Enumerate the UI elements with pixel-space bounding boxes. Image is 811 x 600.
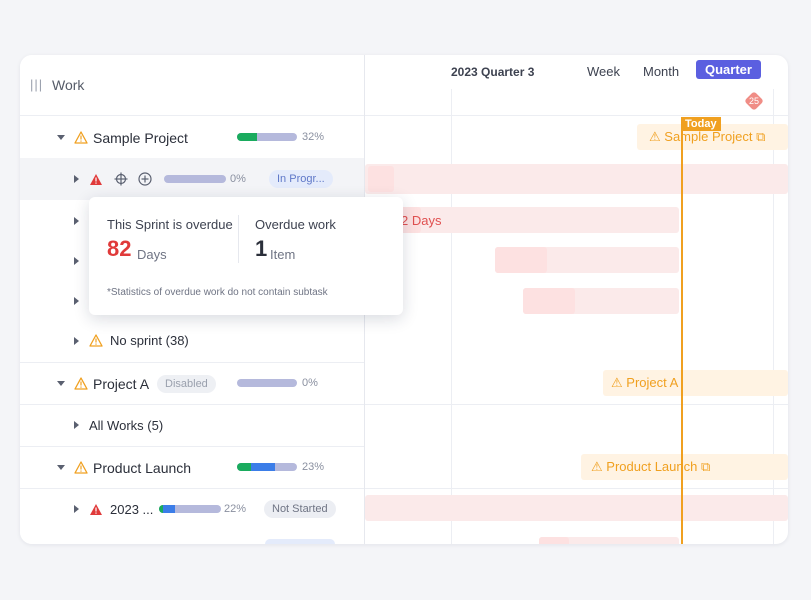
- project-name[interactable]: Sample Project: [93, 130, 188, 146]
- progress-percent: 0%: [230, 173, 246, 185]
- expand-caret-icon[interactable]: [74, 337, 79, 345]
- project-name[interactable]: Product Launch: [93, 460, 191, 476]
- warning-outline-icon: [74, 461, 88, 474]
- warning-outline-icon: [74, 131, 88, 144]
- tree-row-sample-project[interactable]: Sample Project 32%: [20, 116, 364, 159]
- expand-caret-icon[interactable]: [74, 505, 79, 513]
- overdue-days-value: 82: [107, 236, 132, 261]
- sprint-name[interactable]: No sprint (38): [110, 333, 189, 348]
- timeline-divider: [365, 404, 788, 405]
- progress-bar: [164, 175, 226, 183]
- overdue-items-value: 1: [255, 236, 268, 261]
- milestone-marker[interactable]: 25: [744, 91, 764, 111]
- gantt-row-highlight: [365, 164, 788, 194]
- group-name[interactable]: All Works (5): [89, 418, 163, 433]
- status-badge[interactable]: Not Started: [264, 500, 336, 518]
- timeline-divider: [451, 89, 452, 544]
- warning-filled-icon: [90, 504, 102, 515]
- today-line: [681, 117, 683, 544]
- gantt-bar-overdue[interactable]: [495, 247, 547, 273]
- overdue-note: *Statistics of overdue work do not conta…: [107, 287, 328, 298]
- tree-row-2023[interactable]: 2023 ... 22% Not Started: [20, 488, 364, 530]
- gantt-bar-overdue[interactable]: [368, 166, 394, 192]
- tree-row-project-a[interactable]: Project A Disabled 0%: [20, 362, 364, 405]
- collapse-caret-icon[interactable]: [57, 135, 65, 140]
- column-settings-icon[interactable]: |||: [30, 77, 43, 92]
- divider: [238, 215, 239, 263]
- tree-row-sprint[interactable]: 0% In Progr...: [20, 158, 364, 200]
- progress-percent: 22%: [224, 503, 247, 515]
- sprint-overdue-label: This Sprint is overdue: [107, 217, 233, 232]
- copy-icon[interactable]: ⧉: [756, 129, 765, 144]
- warning-outline-icon: ⚠: [649, 129, 661, 144]
- tree-row-all-works[interactable]: All Works (5): [20, 404, 364, 447]
- gantt-bar[interactable]: [365, 495, 788, 521]
- status-badge[interactable]: In Progr...: [269, 170, 333, 188]
- progress-bar: [159, 505, 221, 513]
- timeline-divider: [365, 488, 788, 489]
- items-unit: Item: [270, 247, 296, 262]
- gantt-label-project-a: ⚠ Project A: [611, 375, 679, 390]
- progress-bar: [237, 379, 297, 387]
- warning-outline-icon: ⚠: [611, 375, 623, 390]
- expand-caret-icon[interactable]: [74, 421, 79, 429]
- tree-row-product-launch[interactable]: Product Launch 23%: [20, 446, 364, 489]
- expand-caret-icon[interactable]: [74, 297, 79, 305]
- gantt-card: ||| Work Sample Project 32% 0% In Progr.…: [20, 55, 788, 544]
- project-name[interactable]: Project A: [93, 376, 149, 392]
- overdue-tooltip: This Sprint is overdue 82 Days Overdue w…: [89, 197, 403, 315]
- work-header: ||| Work: [20, 55, 364, 116]
- period-title: 2023 Quarter 3: [451, 65, 535, 79]
- status-badge: [265, 539, 335, 544]
- today-marker: Today: [681, 117, 721, 131]
- disabled-badge: Disabled: [157, 375, 216, 393]
- progress-percent: 0%: [302, 377, 318, 389]
- progress-percent: 23%: [302, 461, 325, 473]
- expand-caret-icon[interactable]: [74, 175, 79, 183]
- add-circle-icon[interactable]: [138, 172, 152, 186]
- warning-filled-icon: [90, 174, 102, 185]
- locate-icon[interactable]: [114, 172, 128, 186]
- view-tab-week[interactable]: Week: [587, 64, 620, 79]
- warning-outline-icon: [89, 334, 103, 347]
- gantt-bar-overdue[interactable]: [539, 537, 569, 544]
- warning-outline-icon: ⚠: [591, 459, 603, 474]
- timeline-panel: 2023 Quarter 3 Week Month Quarter 25 ⚠ S…: [365, 55, 788, 544]
- days-unit: Days: [137, 247, 167, 262]
- view-tab-month[interactable]: Month: [643, 64, 679, 79]
- expand-caret-icon[interactable]: [74, 257, 79, 265]
- overdue-work-label: Overdue work: [255, 217, 336, 232]
- warning-outline-icon: [74, 377, 88, 390]
- progress-bar: [237, 133, 297, 141]
- copy-icon[interactable]: ⧉: [701, 459, 710, 474]
- view-tab-quarter[interactable]: Quarter: [696, 60, 761, 79]
- gantt-bar-overdue[interactable]: [523, 288, 575, 314]
- sprint-name[interactable]: 2023 ...: [110, 502, 153, 517]
- expand-caret-icon[interactable]: [74, 217, 79, 225]
- collapse-caret-icon[interactable]: [57, 465, 65, 470]
- work-column-title: Work: [52, 77, 85, 93]
- timeline-divider: [365, 115, 788, 116]
- gantt-label-product-launch: ⚠ Product Launch ⧉: [591, 459, 711, 474]
- progress-percent: 32%: [302, 131, 325, 143]
- overdue-days-label: 2 Days: [401, 213, 442, 228]
- collapse-caret-icon[interactable]: [57, 381, 65, 386]
- gantt-label-sample-project: ⚠ Sample Project ⧉: [649, 129, 766, 144]
- tree-row-no-sprint[interactable]: No sprint (38): [20, 320, 364, 363]
- progress-bar: [237, 463, 297, 471]
